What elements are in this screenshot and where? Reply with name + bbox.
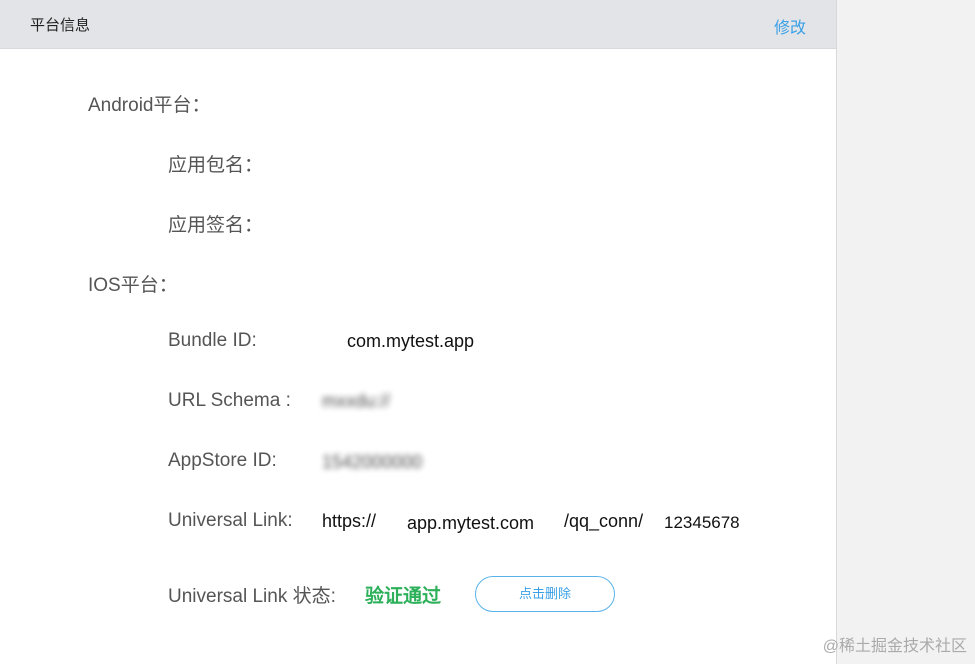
android-signature-label: 应用签名：: [168, 215, 264, 236]
ios-section-label: IOS平台：: [88, 275, 178, 296]
bundle-id-value: com.mytest.app: [347, 331, 475, 351]
right-blank-pane: [837, 0, 975, 664]
ul-status-badge: 验证通过: [365, 586, 442, 607]
platform-info-panel: 平台信息 修改 Android平台： 应用包名： 应用签名： IOS平台： Bu…: [0, 0, 837, 664]
appstore-id-value: 1542000000: [322, 452, 423, 472]
url-schema-label: URL Schema :: [168, 390, 291, 411]
delete-button[interactable]: 点击删除: [475, 576, 615, 612]
appstore-id-label: AppStore ID:: [168, 450, 277, 471]
android-package-label: 应用包名：: [168, 155, 264, 176]
universal-link-scheme: https://: [322, 511, 377, 531]
universal-link-domain: app.mytest.com: [407, 513, 535, 533]
url-schema-value: mxxdu://: [322, 391, 391, 411]
edit-button[interactable]: 修改: [774, 14, 806, 38]
watermark: @稀土掘金技术社区: [822, 638, 967, 655]
universal-link-appid: 12345678: [664, 513, 740, 532]
universal-link-label: Universal Link:: [168, 510, 293, 531]
android-section-label: Android平台：: [88, 95, 211, 116]
panel-header: 平台信息 修改: [0, 0, 836, 49]
panel-title: 平台信息: [30, 17, 91, 34]
universal-link-path: /qq_conn/: [564, 511, 644, 531]
ul-status-label: Universal Link 状态:: [168, 586, 336, 607]
bundle-id-label: Bundle ID:: [168, 330, 257, 351]
